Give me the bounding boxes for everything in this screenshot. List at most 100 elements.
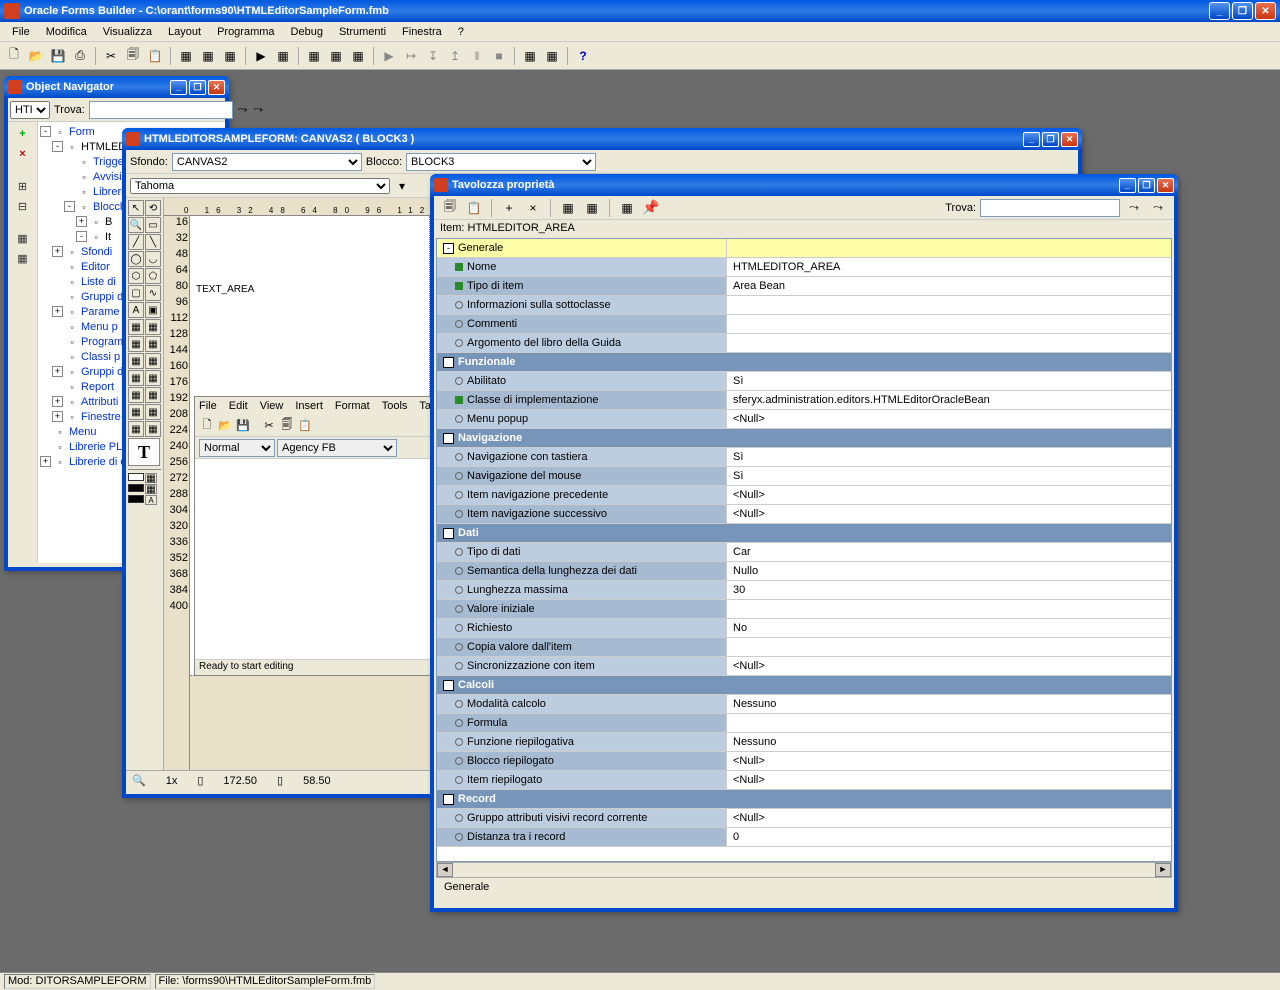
find-prev-icon[interactable]: ⤳: [1148, 198, 1168, 218]
prop-row[interactable]: Semantica della lunghezza dei datiNullo: [437, 562, 1171, 581]
prop-row[interactable]: Classe di implementazionesferyx.administ…: [437, 391, 1171, 410]
close-button[interactable]: ✕: [1157, 178, 1174, 193]
add-icon[interactable]: +: [499, 198, 519, 218]
tree-toggle-icon[interactable]: -: [76, 231, 87, 242]
font-select[interactable]: Tahoma: [130, 178, 390, 194]
save-icon[interactable]: 💾: [235, 418, 251, 434]
minimize-button[interactable]: _: [170, 80, 187, 95]
prop-row[interactable]: Distanza tra i record0: [437, 828, 1171, 847]
run-icon[interactable]: ▶: [251, 46, 271, 66]
sfondo-select[interactable]: CANVAS2: [172, 153, 362, 171]
prop-row[interactable]: Item navigazione precedente<Null>: [437, 486, 1171, 505]
prop-titlebar[interactable]: Tavolozza proprietà _ ❐ ✕: [430, 174, 1178, 196]
tool-icon[interactable]: ▦: [128, 353, 144, 369]
tool-icon[interactable]: ▦: [128, 319, 144, 335]
text-tool-icon[interactable]: A: [128, 302, 144, 318]
prop-section[interactable]: -Record: [437, 790, 1171, 809]
prop-value[interactable]: <Null>: [727, 657, 1171, 675]
minimize-button[interactable]: _: [1209, 2, 1230, 20]
maximize-button[interactable]: ❐: [189, 80, 206, 95]
rotate-tool-icon[interactable]: ⟲: [145, 200, 161, 216]
expand-icon[interactable]: ⊞: [14, 178, 32, 194]
step-icon[interactable]: ↥: [445, 46, 465, 66]
prop-value[interactable]: <Null>: [727, 410, 1171, 428]
tool-icon[interactable]: ▦: [14, 230, 32, 246]
zoom-icon[interactable]: 🔍: [132, 774, 146, 787]
close-button[interactable]: ✕: [1061, 132, 1078, 147]
close-button[interactable]: ✕: [1255, 2, 1276, 20]
tool-icon[interactable]: ▦: [128, 387, 144, 403]
new-icon[interactable]: 🗋: [199, 418, 215, 434]
cut-icon[interactable]: ✂: [101, 46, 121, 66]
emb-menu-edit[interactable]: Edit: [229, 400, 248, 412]
paste-icon[interactable]: 📋: [145, 46, 165, 66]
prop-value[interactable]: 30: [727, 581, 1171, 599]
scroll-left-icon[interactable]: ◄: [437, 863, 453, 877]
prop-value[interactable]: Car: [727, 543, 1171, 561]
emb-menu-file[interactable]: File: [199, 400, 217, 412]
prop-section[interactable]: -Funzionale: [437, 353, 1171, 372]
tool-icon[interactable]: ▦: [558, 198, 578, 218]
copy-icon[interactable]: 🗐: [123, 46, 143, 66]
prop-row[interactable]: Lunghezza massima30: [437, 581, 1171, 600]
menu-strumenti[interactable]: Strumenti: [331, 24, 394, 40]
tool-icon[interactable]: ▦: [128, 404, 144, 420]
close-button[interactable]: ✕: [208, 80, 225, 95]
open-icon[interactable]: 📂: [26, 46, 46, 66]
tool-icon[interactable]: ▦: [128, 421, 144, 437]
tree-toggle-icon[interactable]: -: [52, 141, 63, 152]
step-icon[interactable]: ↧: [423, 46, 443, 66]
section-toggle-icon[interactable]: -: [443, 433, 454, 444]
prop-row[interactable]: NomeHTMLEDITOR_AREA: [437, 258, 1171, 277]
prop-value[interactable]: <Null>: [727, 771, 1171, 789]
tool-icon[interactable]: ▦: [14, 250, 32, 266]
section-toggle-icon[interactable]: -: [443, 243, 454, 254]
save-icon[interactable]: 💾: [48, 46, 68, 66]
prop-value[interactable]: [727, 638, 1171, 656]
prop-value[interactable]: Sì: [727, 372, 1171, 390]
arc-tool-icon[interactable]: ◡: [145, 251, 161, 267]
prop-row[interactable]: Informazioni sulla sottoclasse: [437, 296, 1171, 315]
prop-row[interactable]: Tipo di itemArea Bean: [437, 277, 1171, 296]
tool-icon[interactable]: ▦: [542, 46, 562, 66]
tool-icon[interactable]: ▦: [145, 336, 161, 352]
tool-icon[interactable]: ▦: [520, 46, 540, 66]
pin-icon[interactable]: 📌: [641, 198, 661, 218]
prop-section[interactable]: -Dati: [437, 524, 1171, 543]
prop-value[interactable]: sferyx.administration.editors.HTMLEditor…: [727, 391, 1171, 409]
prop-section[interactable]: -Navigazione: [437, 429, 1171, 448]
collapse-icon[interactable]: ⊟: [14, 198, 32, 214]
line-tool-icon[interactable]: ╲: [145, 234, 161, 250]
prop-row[interactable]: Sincronizzazione con item<Null>: [437, 657, 1171, 676]
menu-programma[interactable]: Programma: [209, 24, 282, 40]
help-icon[interactable]: ?: [573, 46, 593, 66]
text-color-picker-icon[interactable]: A: [145, 495, 157, 505]
pause-icon[interactable]: ‖: [467, 46, 487, 66]
play-icon[interactable]: ▶: [379, 46, 399, 66]
tool-icon[interactable]: ▦: [145, 421, 161, 437]
tool-icon[interactable]: ▦: [145, 370, 161, 386]
tool-icon[interactable]: ▦: [145, 387, 161, 403]
color-picker-icon[interactable]: ▦: [145, 484, 157, 494]
prop-value[interactable]: [727, 600, 1171, 618]
maximize-button[interactable]: ❐: [1042, 132, 1059, 147]
prop-value[interactable]: Nullo: [727, 562, 1171, 580]
tree-toggle-icon[interactable]: +: [52, 411, 63, 422]
tool-icon[interactable]: ▦: [220, 46, 240, 66]
menu-layout[interactable]: Layout: [160, 24, 209, 40]
step-icon[interactable]: ↦: [401, 46, 421, 66]
tool-icon[interactable]: ▦: [582, 198, 602, 218]
tool-icon[interactable]: ▦: [348, 46, 368, 66]
print-icon[interactable]: ⎙: [70, 46, 90, 66]
tool-icon[interactable]: ▦: [273, 46, 293, 66]
menu-file[interactable]: File: [4, 24, 38, 40]
menu-visualizza[interactable]: Visualizza: [95, 24, 160, 40]
prop-value[interactable]: Area Bean: [727, 277, 1171, 295]
cut-icon[interactable]: ✂: [261, 418, 277, 434]
rrect-tool-icon[interactable]: ▢: [128, 285, 144, 301]
tool-icon[interactable]: ▦: [128, 370, 144, 386]
maximize-button[interactable]: ❐: [1232, 2, 1253, 20]
menu-?[interactable]: ?: [450, 24, 472, 40]
tool-icon[interactable]: ▦: [304, 46, 324, 66]
find-input[interactable]: [980, 199, 1120, 217]
